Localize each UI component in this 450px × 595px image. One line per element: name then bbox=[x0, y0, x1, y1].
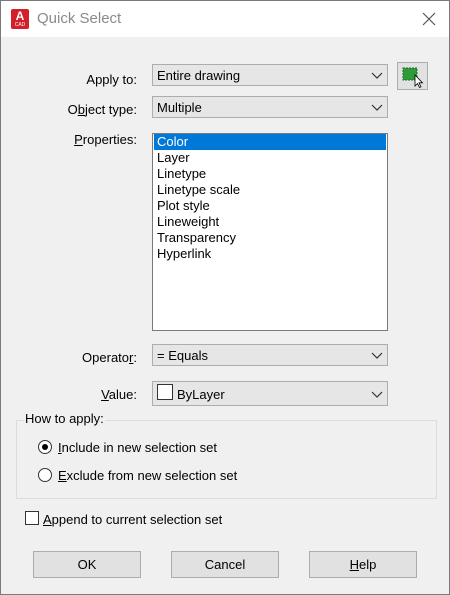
include-radio[interactable] bbox=[38, 440, 52, 454]
object-type-value: Multiple bbox=[157, 100, 202, 115]
chevron-down-icon bbox=[371, 391, 383, 398]
app-icon-letter: A bbox=[15, 9, 25, 23]
select-objects-button[interactable] bbox=[397, 62, 428, 90]
operator-label: Operator: bbox=[82, 350, 137, 365]
property-item-lineweight[interactable]: Lineweight bbox=[154, 214, 386, 230]
select-objects-icon bbox=[402, 67, 424, 89]
app-icon-sub: CAD bbox=[14, 22, 26, 28]
exclude-label[interactable]: Exclude from new selection set bbox=[58, 468, 237, 483]
value-label: Value: bbox=[101, 387, 137, 402]
operator-dropdown[interactable]: = Equals bbox=[152, 344, 388, 366]
value-text: ByLayer bbox=[177, 387, 225, 402]
property-item-layer[interactable]: Layer bbox=[154, 150, 386, 166]
apply-to-dropdown[interactable]: Entire drawing bbox=[152, 64, 388, 86]
close-button[interactable] bbox=[417, 7, 441, 31]
append-label[interactable]: Append to current selection set bbox=[43, 512, 222, 527]
append-checkbox[interactable] bbox=[25, 511, 39, 525]
apply-to-value: Entire drawing bbox=[157, 68, 241, 83]
quick-select-dialog: A CAD Quick Select Apply to: Entire draw… bbox=[0, 0, 450, 595]
help-button[interactable]: Help bbox=[309, 551, 417, 578]
properties-label: Properties: bbox=[74, 132, 137, 147]
properties-listbox[interactable]: Color Layer Linetype Linetype scale Plot… bbox=[152, 133, 388, 331]
object-type-dropdown[interactable]: Multiple bbox=[152, 96, 388, 118]
value-dropdown[interactable]: ByLayer bbox=[152, 381, 388, 406]
title-bar: A CAD Quick Select bbox=[1, 1, 449, 37]
close-icon bbox=[422, 12, 436, 26]
property-item-linetype-scale[interactable]: Linetype scale bbox=[154, 182, 386, 198]
object-type-label: Object type: bbox=[67, 102, 137, 117]
exclude-radio[interactable] bbox=[38, 468, 52, 482]
property-item-color[interactable]: Color bbox=[154, 134, 386, 150]
property-item-linetype[interactable]: Linetype bbox=[154, 166, 386, 182]
property-item-hyperlink[interactable]: Hyperlink bbox=[154, 246, 386, 262]
apply-to-label: Apply to: bbox=[86, 72, 137, 87]
chevron-down-icon bbox=[371, 104, 383, 111]
ok-button[interactable]: OK bbox=[33, 551, 141, 578]
autocad-app-icon: A CAD bbox=[11, 9, 29, 29]
window-title: Quick Select bbox=[37, 10, 122, 27]
property-item-transparency[interactable]: Transparency bbox=[154, 230, 386, 246]
operator-value: = Equals bbox=[157, 348, 208, 363]
how-to-apply-label: How to apply: bbox=[24, 411, 105, 426]
property-item-plot-style[interactable]: Plot style bbox=[154, 198, 386, 214]
color-swatch bbox=[157, 384, 173, 400]
how-to-apply-group bbox=[16, 420, 437, 499]
chevron-down-icon bbox=[371, 352, 383, 359]
cancel-button[interactable]: Cancel bbox=[171, 551, 279, 578]
include-label[interactable]: Include in new selection set bbox=[58, 440, 217, 455]
chevron-down-icon bbox=[371, 72, 383, 79]
